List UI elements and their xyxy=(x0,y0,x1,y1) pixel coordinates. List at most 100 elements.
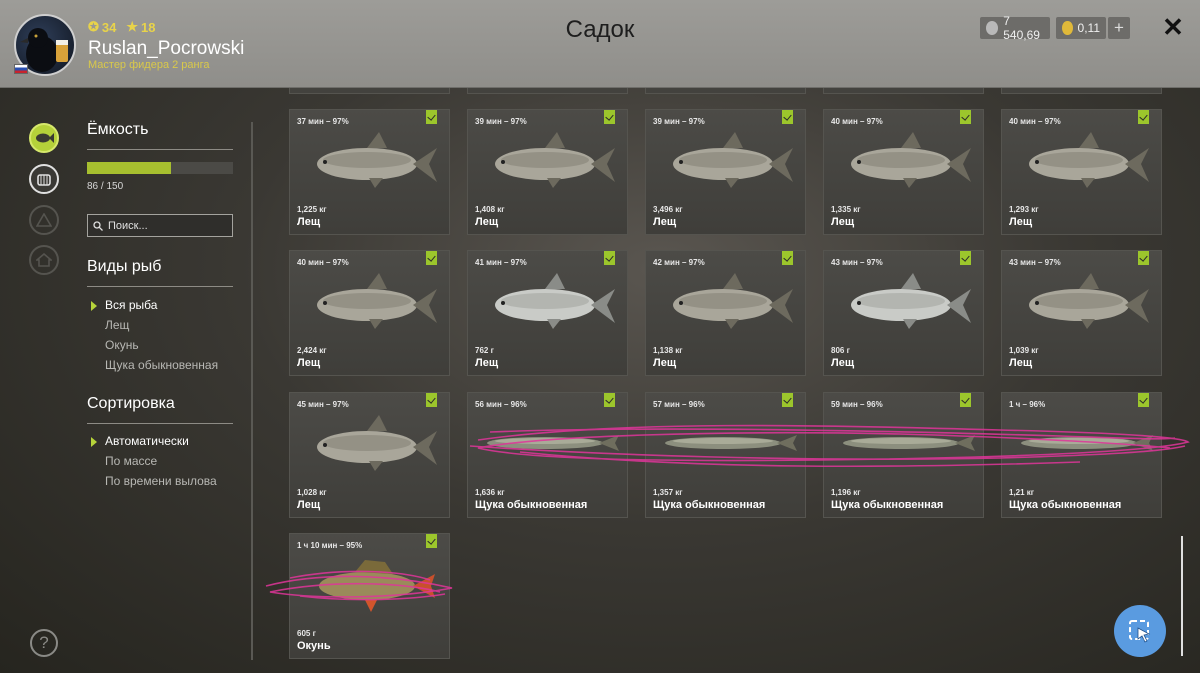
bookmark-check-icon[interactable] xyxy=(426,251,437,265)
fish-card[interactable]: 41 мин – 97% 762 г Лещ xyxy=(467,250,628,376)
selected-marker-icon xyxy=(91,301,97,311)
bream-image xyxy=(317,273,437,329)
capacity-fill xyxy=(87,162,171,174)
silver-balance[interactable]: 7 540,69 xyxy=(980,14,1050,42)
catch-time: 40 мин – 97% xyxy=(1009,117,1061,126)
catch-time: 37 мин – 97% xyxy=(297,117,349,126)
bookmark-check-icon[interactable] xyxy=(782,251,793,265)
panel-divider xyxy=(251,122,253,660)
bream-image xyxy=(317,132,437,188)
divider xyxy=(87,423,233,424)
fish-card[interactable]: 37 мин – 97% 1,225 кг Лещ xyxy=(289,109,450,235)
fishkeeper-tab-icon[interactable] xyxy=(29,164,59,194)
search-input[interactable]: Поиск... xyxy=(87,214,233,237)
fish-card[interactable]: 39 мин – 97% 3,496 кг Лещ xyxy=(645,109,806,235)
sort-option[interactable]: Автоматически xyxy=(105,434,189,448)
species-filter-option[interactable]: Щука обыкновенная xyxy=(105,358,218,372)
bookmark-check-icon[interactable] xyxy=(604,110,615,124)
fish-tab-icon[interactable] xyxy=(29,123,59,153)
fish-weight: 605 г xyxy=(297,629,316,638)
bookmark-check-icon[interactable] xyxy=(782,393,793,407)
fish-card[interactable]: 1 ч – 96% 1,21 кг Щука обыкновенная xyxy=(1001,392,1162,518)
catch-time: 43 мин – 97% xyxy=(1009,258,1061,267)
species-title: Виды рыб xyxy=(87,258,162,275)
bream-image xyxy=(495,273,615,329)
home-tab-icon[interactable] xyxy=(29,245,59,275)
bream-image xyxy=(1029,273,1149,329)
fish-name: Лещ xyxy=(831,357,855,369)
catch-time: 59 мин – 96% xyxy=(831,400,883,409)
close-button[interactable]: ✕ xyxy=(1160,14,1186,40)
perch-image xyxy=(319,560,435,612)
fish-card[interactable]: 40 мин – 97% 2,424 кг Лещ xyxy=(289,250,450,376)
sort-option[interactable]: По массе xyxy=(105,454,157,468)
fish-name: Лещ xyxy=(1009,216,1033,228)
fish-name: Лещ xyxy=(297,499,321,511)
fish-card[interactable]: 56 мин – 96% 1,636 кг Щука обыкновенная xyxy=(467,392,628,518)
cursor-mode-button[interactable] xyxy=(1114,605,1166,657)
fish-weight: 1,357 кг xyxy=(653,488,683,497)
fish-name: Щука обыкновенная xyxy=(1009,499,1122,511)
bream-image xyxy=(673,273,793,329)
catch-time: 1 ч – 96% xyxy=(1009,400,1046,409)
fish-card[interactable]: 1 ч 10 мин – 95% 605 г Окунь xyxy=(289,533,450,659)
russia-flag-icon xyxy=(14,64,28,74)
species-filter-option[interactable]: Лещ xyxy=(105,318,129,332)
bookmark-check-icon[interactable] xyxy=(1138,393,1149,407)
fish-name: Лещ xyxy=(475,216,499,228)
bookmark-check-icon[interactable] xyxy=(782,110,793,124)
fish-card[interactable]: 43 мин – 97% 1,039 кг Лещ xyxy=(1001,250,1162,376)
player-rank: Мастер фидера 2 ранга xyxy=(88,59,210,71)
catch-time: 41 мин – 97% xyxy=(475,258,527,267)
search-placeholder: Поиск... xyxy=(108,219,148,232)
pike-image xyxy=(843,435,975,451)
fish-name: Лещ xyxy=(653,216,677,228)
catch-time: 39 мин – 97% xyxy=(653,117,705,126)
fish-weight: 1,196 кг xyxy=(831,488,861,497)
bream-image xyxy=(1029,132,1149,188)
species-filter-option[interactable]: Окунь xyxy=(105,338,139,352)
fish-card[interactable]: 59 мин – 96% 1,196 кг Щука обыкновенная xyxy=(823,392,984,518)
fish-card[interactable]: 40 мин – 97% 1,293 кг Лещ xyxy=(1001,109,1162,235)
fish-card[interactable]: 42 мин – 97% 1,138 кг Лещ xyxy=(645,250,806,376)
fish-card[interactable]: 57 мин – 96% 1,357 кг Щука обыкновенная xyxy=(645,392,806,518)
bookmark-check-icon[interactable] xyxy=(960,251,971,265)
bookmark-check-icon[interactable] xyxy=(426,534,437,548)
previous-row-card xyxy=(467,88,628,94)
selected-marker-icon xyxy=(91,437,97,447)
capacity-title: Ёмкость xyxy=(87,121,149,138)
bookmark-check-icon[interactable] xyxy=(1138,110,1149,124)
fish-weight: 1,636 кг xyxy=(475,488,505,497)
fish-name: Щука обыкновенная xyxy=(653,499,766,511)
bookmark-check-icon[interactable] xyxy=(604,251,615,265)
bookmark-check-icon[interactable] xyxy=(1138,251,1149,265)
bookmark-check-icon[interactable] xyxy=(426,110,437,124)
bookmark-check-icon[interactable] xyxy=(426,393,437,407)
catch-time: 43 мин – 97% xyxy=(831,258,883,267)
bookmark-check-icon[interactable] xyxy=(960,110,971,124)
fish-card[interactable]: 40 мин – 97% 1,335 кг Лещ xyxy=(823,109,984,235)
bream-image xyxy=(673,132,793,188)
help-button[interactable]: ? xyxy=(30,629,58,657)
species-filter-option[interactable]: Вся рыба xyxy=(105,298,157,312)
catch-time: 42 мин – 97% xyxy=(653,258,705,267)
fish-card[interactable]: 43 мин – 97% 806 г Лещ xyxy=(823,250,984,376)
fish-card[interactable]: 39 мин – 97% 1,408 кг Лещ xyxy=(467,109,628,235)
bookmark-check-icon[interactable] xyxy=(604,393,615,407)
pike-image xyxy=(1021,435,1153,451)
catch-time: 45 мин – 97% xyxy=(297,400,349,409)
tent-tab-icon[interactable] xyxy=(29,205,59,235)
catch-time: 56 мин – 96% xyxy=(475,400,527,409)
gold-balance[interactable]: 0,11 xyxy=(1056,17,1106,39)
bream-image xyxy=(317,415,437,471)
fish-weight: 1,028 кг xyxy=(297,488,327,497)
fish-weight: 1,293 кг xyxy=(1009,205,1039,214)
add-currency-button[interactable]: + xyxy=(1108,17,1130,39)
sort-option[interactable]: По времени вылова xyxy=(105,474,217,488)
bream-image xyxy=(851,132,971,188)
fish-card[interactable]: 45 мин – 97% 1,028 кг Лещ xyxy=(289,392,450,518)
fish-weight: 1,039 кг xyxy=(1009,346,1039,355)
scrollbar[interactable] xyxy=(1181,536,1183,656)
divider xyxy=(87,286,233,287)
bookmark-check-icon[interactable] xyxy=(960,393,971,407)
